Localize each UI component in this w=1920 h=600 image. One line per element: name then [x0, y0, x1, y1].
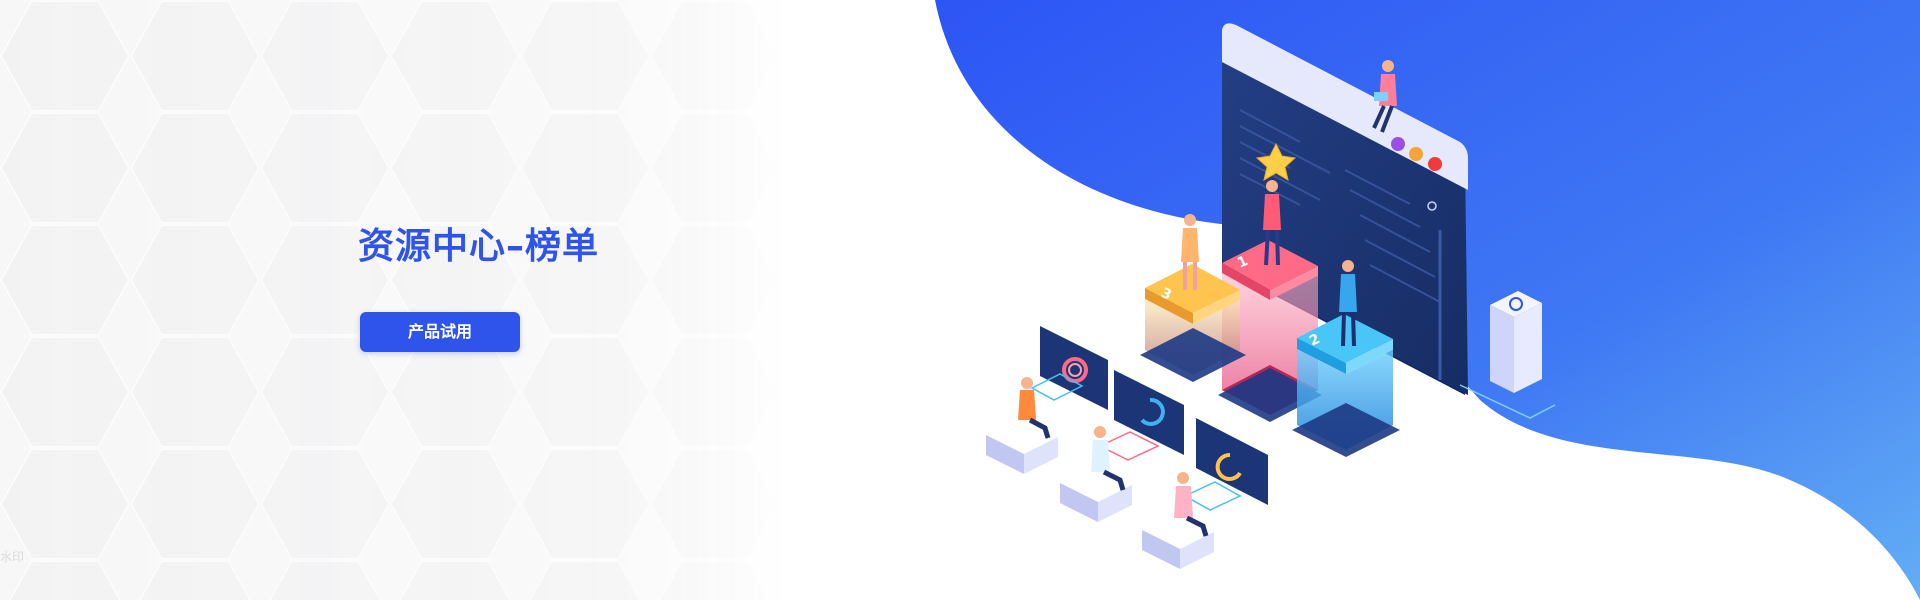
page-title: 资源中心–榜单 — [358, 226, 600, 267]
watermark-text: 水印 — [0, 550, 25, 564]
seat-block — [986, 418, 1058, 474]
product-trial-button[interactable]: 产品试用 — [360, 312, 520, 352]
seat-block — [1060, 466, 1132, 522]
window-dot-purple — [1391, 137, 1405, 151]
server-tower — [1459, 291, 1556, 419]
window-dot-red — [1428, 157, 1442, 171]
window-dot-orange — [1409, 147, 1423, 161]
isometric-illustration: 1 3 2 — [986, 23, 1556, 569]
seat-block — [1142, 513, 1214, 569]
podium-rank-2: 2 — [1292, 314, 1400, 457]
hero-banner: 资源中心–榜单 产品试用 水印 1 3 2 — [0, 0, 1920, 600]
